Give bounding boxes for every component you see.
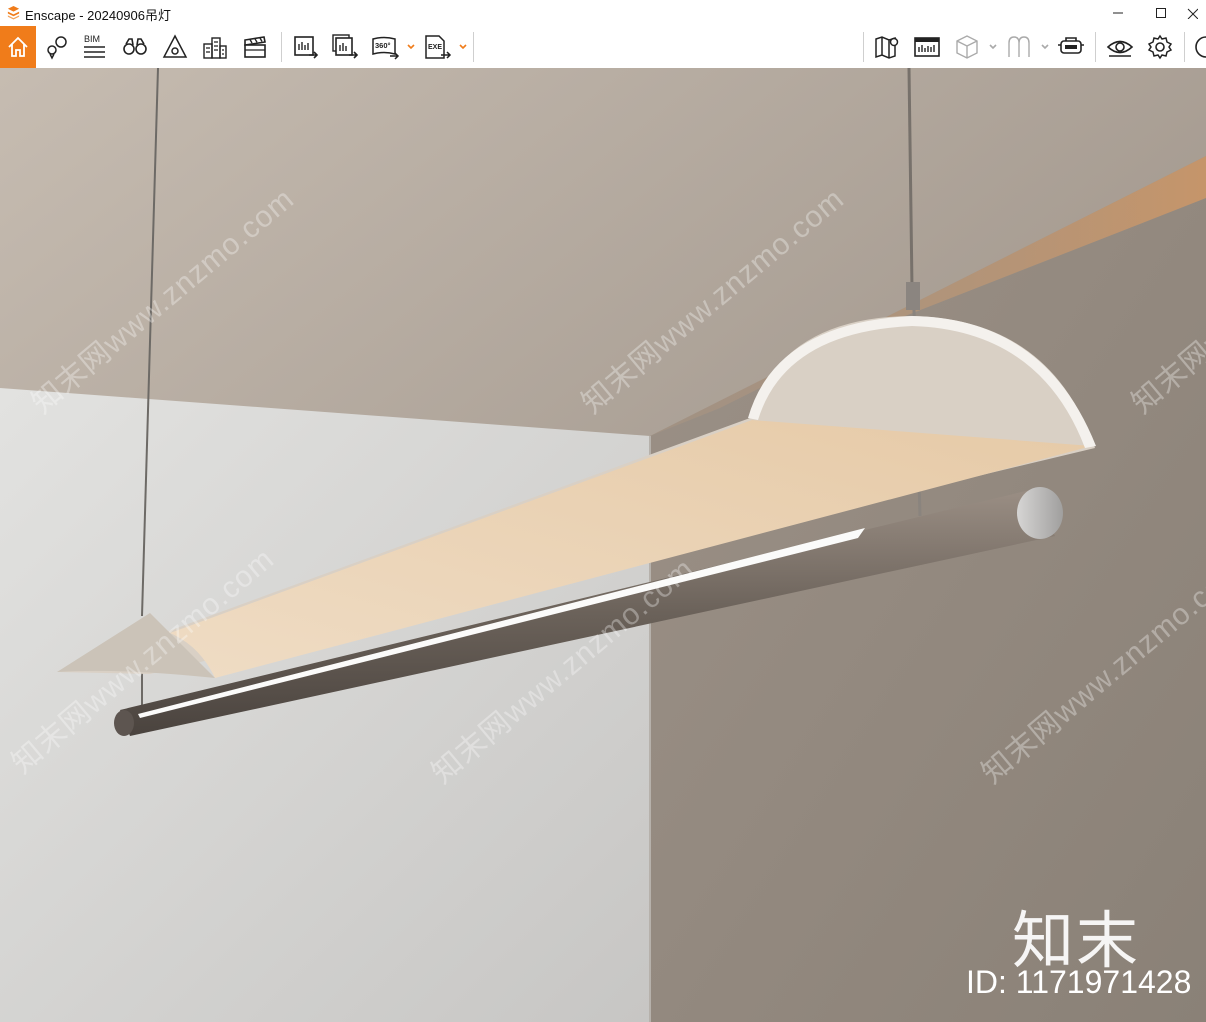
- binoculars-icon: [123, 38, 147, 55]
- export-dropdown-chevron-icon[interactable]: [458, 40, 468, 52]
- toolbar-separator: [473, 32, 474, 62]
- asset-dropdown-chevron-icon[interactable]: [988, 40, 998, 52]
- panorama-360-icon: 360°: [372, 36, 400, 60]
- bim-label: BIM: [84, 34, 100, 44]
- panorama-label: 360°: [375, 41, 391, 50]
- maximize-icon: [1156, 8, 1166, 18]
- window-title: Enscape - 20240906吊灯: [25, 8, 171, 23]
- title-bar: Enscape - 20240906吊灯: [0, 0, 1206, 26]
- toolbar-separator: [1184, 32, 1185, 62]
- visual-settings-button[interactable]: [1101, 26, 1139, 68]
- render-image-button[interactable]: [286, 26, 324, 68]
- feedback-icon: [1195, 36, 1206, 58]
- asset-library-button[interactable]: [948, 26, 986, 68]
- settings-gear-icon: [1147, 34, 1173, 60]
- enscape-logo-icon: [7, 5, 20, 20]
- perspective-icon: [162, 34, 188, 58]
- map-icon: [875, 36, 899, 59]
- exe-label: EXE: [428, 44, 442, 51]
- location-button[interactable]: [38, 26, 76, 68]
- minimize-button[interactable]: [1098, 0, 1138, 26]
- buildings-icon: [203, 37, 227, 59]
- close-button[interactable]: [1186, 0, 1206, 26]
- vr-headset-icon: [1058, 37, 1084, 54]
- map-button[interactable]: [868, 26, 906, 68]
- settings-button[interactable]: [1141, 26, 1179, 68]
- batch-render-button[interactable]: [326, 26, 364, 68]
- walk-mode-button[interactable]: [116, 26, 154, 68]
- asset-cube-icon: [956, 35, 978, 59]
- location-pin-icon: [47, 36, 67, 60]
- video-editor-button[interactable]: [236, 26, 274, 68]
- maximize-button[interactable]: [1141, 0, 1181, 26]
- materials-icon: [1008, 36, 1030, 57]
- close-icon: [1187, 8, 1198, 19]
- batch-render-icon: [332, 34, 359, 59]
- home-icon: [8, 36, 28, 57]
- visual-settings-icon: [1106, 40, 1134, 57]
- rendered-scene-image: [0, 68, 1206, 1022]
- buildings-button[interactable]: [196, 26, 234, 68]
- toolbar-separator: [281, 32, 282, 62]
- toolbar-separator: [1095, 32, 1096, 62]
- home-button[interactable]: [0, 26, 36, 68]
- brand-id-label: ID: 1171971428: [966, 964, 1192, 1000]
- main-toolbar: BIM 360° EXE: [0, 26, 1206, 89]
- screenshot-export-icon: [294, 36, 319, 59]
- exe-export-icon: EXE: [425, 35, 452, 59]
- exe-export-button[interactable]: EXE: [418, 26, 456, 68]
- render-viewport[interactable]: 知末网www.znzmo.com 知末网www.znzmo.com 知末网www…: [0, 68, 1206, 1022]
- vr-button[interactable]: [1052, 26, 1090, 68]
- minimize-icon: [1113, 12, 1123, 14]
- bim-icon: BIM: [84, 34, 105, 58]
- minimap-icon: [914, 37, 940, 57]
- toolbar-separator: [863, 32, 864, 62]
- clapperboard-icon: [244, 36, 266, 58]
- material-dropdown-chevron-icon[interactable]: [1040, 40, 1050, 52]
- panorama-dropdown-chevron-icon[interactable]: [406, 40, 416, 52]
- bim-button[interactable]: BIM: [76, 26, 114, 68]
- minimap-button[interactable]: [908, 26, 946, 68]
- panorama-button[interactable]: 360°: [366, 26, 404, 68]
- feedback-button[interactable]: [1190, 26, 1206, 68]
- material-editor-button[interactable]: [1000, 26, 1038, 68]
- perspective-button[interactable]: [156, 26, 194, 68]
